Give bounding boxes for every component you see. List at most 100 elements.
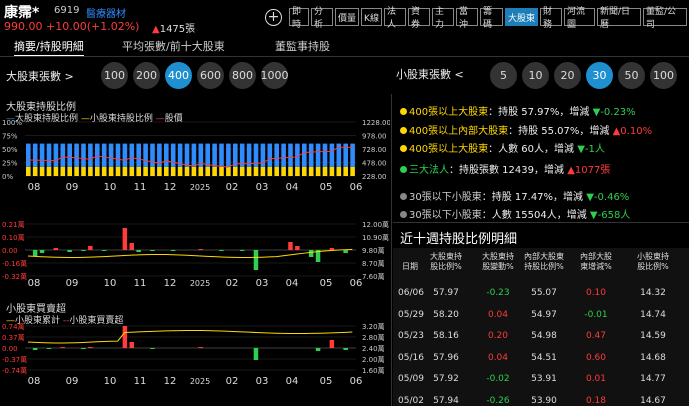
volume-value: 1475張: [159, 24, 196, 35]
bar-small: [302, 166, 307, 176]
x-tick: 02: [226, 278, 239, 289]
net-bar: [122, 326, 128, 348]
y-tick-left: 50%: [2, 146, 18, 154]
bar-small: [322, 166, 328, 176]
bar-big: [60, 143, 66, 167]
x-tick: 2025: [190, 377, 210, 386]
tab-7[interactable]: 當沖: [456, 7, 478, 30]
net-bar: [170, 250, 176, 251]
tab-3[interactable]: K線: [361, 8, 382, 26]
big-holder-option-100[interactable]: 100: [101, 62, 128, 89]
small-holder-option-10[interactable]: 10: [522, 62, 549, 89]
big-holder-option-200[interactable]: 200: [133, 62, 160, 89]
add-watchlist-button[interactable]: +: [265, 9, 282, 26]
net-bar: [329, 340, 335, 348]
industry-link[interactable]: 醫療器材: [86, 5, 126, 20]
tab-4[interactable]: 法人: [384, 7, 406, 30]
big-holder-option-400[interactable]: 400: [165, 62, 192, 89]
big-holder-option-1000[interactable]: 1000: [261, 62, 289, 89]
tab-12[interactable]: 新聞/日曆: [597, 7, 641, 30]
bar-big: [32, 143, 38, 167]
table-cell: 0.20: [487, 331, 509, 341]
s6-delta: ▼-658人: [589, 210, 631, 221]
table-cell: 57.94: [433, 395, 459, 406]
x-tick: 2025: [190, 183, 210, 192]
big-holder-option-800[interactable]: 800: [229, 62, 256, 89]
table-cell: 05/23: [398, 331, 424, 341]
bar-small: [212, 166, 217, 176]
s3-delta: ▼-1人: [577, 144, 605, 155]
table-header-line: 大股東持: [482, 252, 514, 261]
big-holder-option-600[interactable]: 600: [197, 62, 224, 89]
table-cell: 53.91: [531, 374, 557, 384]
y-tick-right: 728.00: [362, 146, 387, 154]
s5-delta-val: -0.46%: [593, 192, 630, 203]
net-bar: [60, 347, 65, 348]
tab-9[interactable]: 大股東: [505, 8, 538, 26]
grey-dot-icon: [400, 193, 407, 200]
bar-small: [88, 166, 93, 176]
tab-1[interactable]: 分析: [311, 7, 333, 30]
x-tick: 06: [350, 376, 363, 387]
bar-small: [129, 166, 135, 176]
y-tick-right: 2.00萬: [362, 355, 385, 364]
table-cell: -0.26: [486, 395, 510, 406]
volume: ▲1475張: [152, 20, 195, 35]
small-holder-option-20[interactable]: 20: [554, 62, 581, 89]
panel-divider: [391, 94, 392, 406]
table-cell: 58.20: [433, 309, 459, 320]
table-cell: 55.07: [531, 288, 557, 298]
bar-big: [150, 143, 155, 167]
bar-big: [274, 143, 279, 167]
bar-big: [101, 143, 107, 167]
bar-big: [212, 143, 217, 167]
tab-10[interactable]: 財務: [540, 7, 562, 30]
tab-8[interactable]: 籌碼: [480, 7, 503, 30]
bar-small: [246, 166, 252, 176]
bar-small: [95, 166, 100, 176]
x-tick: 04: [286, 278, 299, 289]
s6-label: 30張以下小股東: [409, 210, 482, 221]
bar-small: [108, 166, 114, 176]
table-cell: 14.77: [640, 374, 666, 384]
bar-small: [136, 166, 141, 176]
y-tick-left: 0.37萬: [2, 333, 25, 342]
small-holder-option-50[interactable]: 50: [618, 62, 645, 89]
bar-small: [239, 166, 245, 176]
bar-small: [184, 166, 190, 176]
net-bar: [329, 248, 335, 250]
subtab-directors[interactable]: 董監事持股: [275, 38, 330, 54]
s5-delta: ▼-0.46%: [586, 192, 630, 203]
bar-big: [26, 143, 31, 167]
bar-small: [336, 166, 342, 176]
s5-text: ：持股 17.47%，增減: [481, 192, 584, 203]
table-cell: -0.01: [584, 309, 608, 320]
x-tick: 11: [134, 278, 147, 289]
summary-line-3: 400張以上大股東：人數 60人，增減 ▼-1人: [400, 140, 605, 155]
small-holder-option-30[interactable]: 30: [586, 62, 613, 89]
table-header-line: 內部大股: [580, 252, 612, 261]
subtab-summary[interactable]: 摘要/持股明細: [14, 38, 84, 57]
tab-0[interactable]: 即時: [289, 7, 309, 30]
bar-big: [184, 143, 190, 167]
tab-5[interactable]: 資券: [408, 7, 430, 30]
small-holder-option-5[interactable]: 5: [490, 62, 517, 89]
subtab-average[interactable]: 平均張數/前十大股東: [122, 38, 225, 54]
y-tick-left: -0.32萬: [2, 272, 27, 281]
tab-6[interactable]: 主力: [432, 7, 454, 30]
bar-small: [350, 166, 355, 176]
bar-small: [26, 166, 31, 176]
y-tick-left: -0.16萬: [2, 259, 27, 268]
tab-13[interactable]: 董監/公司: [643, 7, 687, 30]
table-header-line: 股變動%: [482, 262, 514, 271]
volume-up-icon: ▲: [152, 24, 160, 35]
small-holder-option-100[interactable]: 100: [650, 62, 677, 89]
s1-label: 400張以上大股東: [409, 107, 489, 118]
tab-11[interactable]: 河流圖: [564, 7, 595, 30]
table-cell: 0.60: [585, 352, 607, 363]
bar-small: [281, 166, 286, 176]
x-tick: 12: [164, 182, 177, 192]
y-tick-left: 0.00: [2, 345, 18, 353]
net-bar: [129, 243, 134, 250]
tab-2[interactable]: 價量: [335, 8, 359, 26]
